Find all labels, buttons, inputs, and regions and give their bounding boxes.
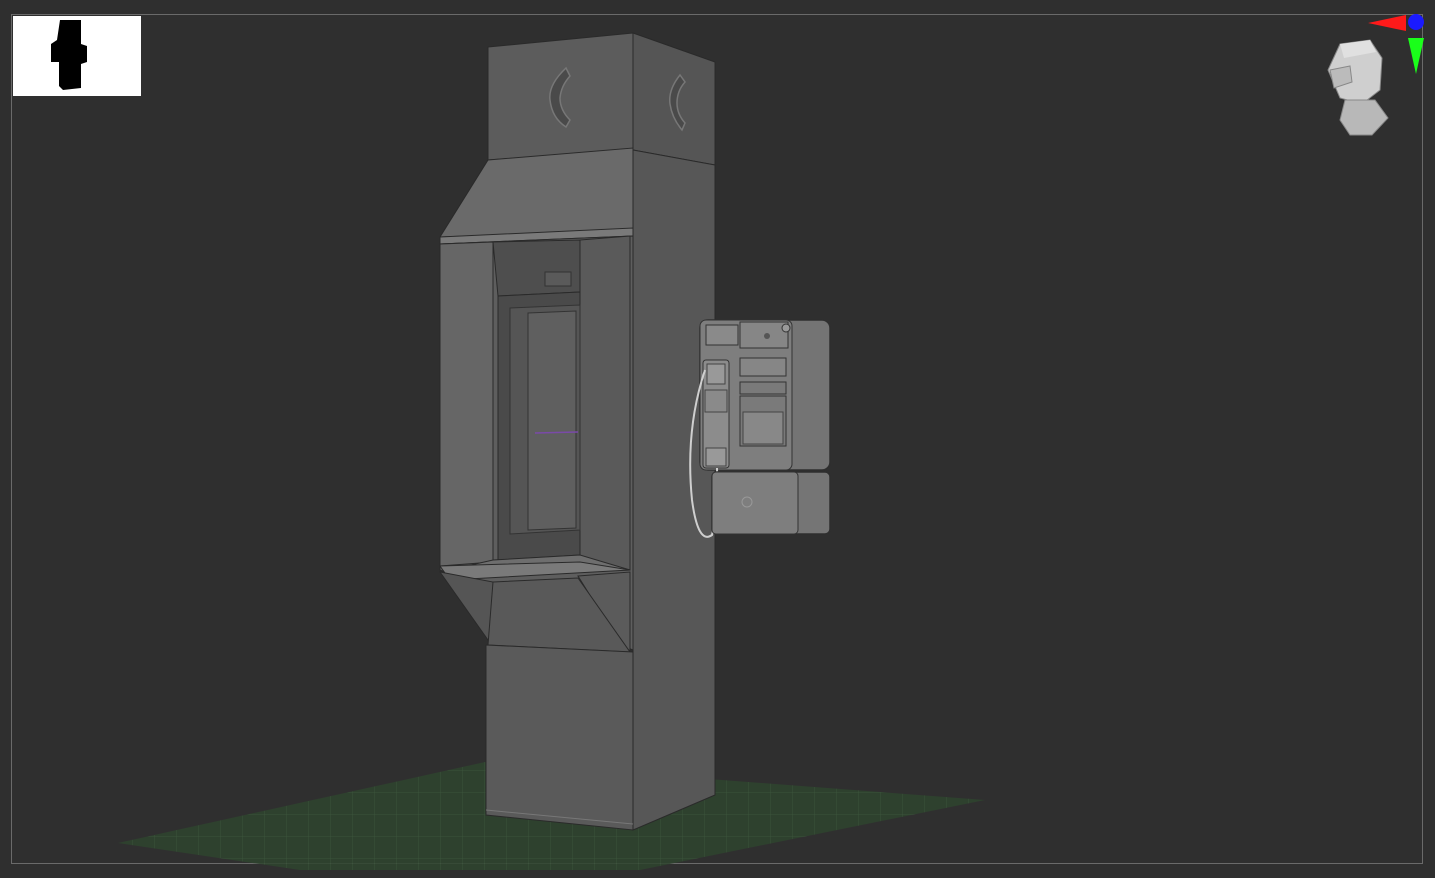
phone-handset-icon[interactable] (702, 359, 730, 469)
payphone-keypad-inset (742, 411, 784, 445)
navigation-gizmo[interactable] (1327, 14, 1424, 136)
axis-z-dot[interactable] (1408, 14, 1424, 30)
axis-y-arrow[interactable] (1408, 38, 1424, 74)
axis-x-arrow[interactable] (1368, 15, 1406, 31)
scene-canvas[interactable] (0, 0, 1435, 878)
booth-column-side (632, 149, 716, 831)
booth-alcove-recess (527, 310, 577, 531)
booth-alcove-right-wall (579, 235, 631, 571)
booth-alcove-vent (544, 271, 572, 287)
payphone-coin-box-front (711, 471, 799, 535)
payphone-knob-icon (781, 323, 791, 333)
payphone-top-module (705, 324, 739, 346)
payphone-label (739, 381, 787, 395)
payphone-booth-model[interactable] (438, 32, 716, 831)
booth-alcove-left-wall (439, 241, 494, 567)
payphone-button-icon (764, 333, 770, 339)
head-orientation-icon[interactable] (1327, 39, 1389, 136)
silhouette-thumbnail[interactable] (13, 16, 141, 96)
booth-shelf-support-left (438, 571, 494, 647)
3d-viewport[interactable] (0, 0, 1435, 878)
payphone-display (739, 357, 787, 377)
silhouette-thumbnail-icon (51, 20, 87, 90)
booth-base-front (485, 644, 634, 831)
booth-canopy (439, 147, 634, 238)
pivot-marker (534, 431, 579, 434)
payphone-card-slot (739, 321, 789, 349)
booth-alcove-ceiling (492, 239, 581, 297)
